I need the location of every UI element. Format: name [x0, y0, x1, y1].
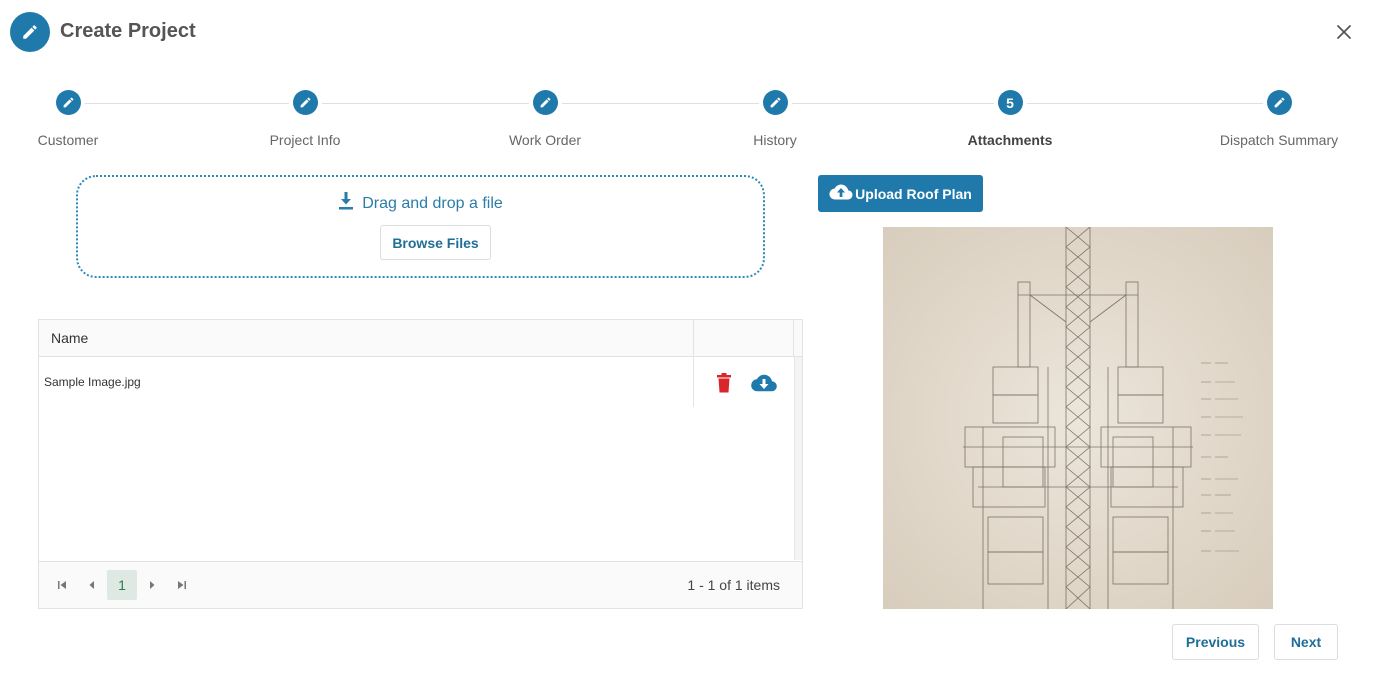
page-number-current[interactable]: 1 [107, 570, 137, 600]
step-project-info[interactable]: Project Info [235, 90, 375, 148]
grid-pager: 1 1 - 1 of 1 items [39, 561, 802, 608]
previous-button[interactable]: Previous [1172, 624, 1259, 660]
step-number: 5 [997, 90, 1023, 115]
upload-roof-plan-button[interactable]: Upload Roof Plan [818, 175, 983, 212]
column-divider [693, 320, 694, 357]
cloud-upload-icon [829, 183, 853, 204]
pencil-icon [532, 90, 558, 115]
table-row[interactable]: Sample Image.jpg [39, 357, 792, 407]
step-history[interactable]: History [705, 90, 845, 148]
pencil-icon [292, 90, 318, 115]
next-button[interactable]: Next [1274, 624, 1338, 660]
column-divider [693, 357, 694, 407]
file-dropzone[interactable]: Drag and drop a file Browse Files [76, 175, 765, 278]
step-label: Project Info [269, 132, 341, 148]
dialog-title: Create Project [60, 20, 196, 42]
pencil-icon [1266, 90, 1292, 115]
cloud-download-icon[interactable] [751, 373, 777, 393]
pencil-icon [55, 90, 81, 115]
grid-header: Name [39, 320, 802, 357]
pencil-icon [10, 12, 50, 52]
download-icon [338, 192, 354, 215]
roof-plan-image [883, 227, 1273, 609]
upload-roof-plan-label: Upload Roof Plan [855, 185, 972, 202]
grid-scrollbar[interactable] [794, 357, 802, 560]
file-name: Sample Image.jpg [44, 375, 141, 389]
step-attachments[interactable]: 5 Attachments [940, 90, 1080, 148]
drop-prompt: Drag and drop a file [78, 192, 763, 215]
column-divider [793, 320, 794, 357]
step-label: History [753, 132, 797, 148]
close-icon[interactable] [1332, 20, 1356, 44]
create-project-dialog: Create Project Customer Project Info Wor… [0, 0, 1376, 680]
last-page-icon[interactable] [175, 577, 189, 593]
column-header-name[interactable]: Name [51, 330, 88, 346]
pager-info: 1 - 1 of 1 items [687, 577, 780, 593]
previous-page-icon[interactable] [85, 577, 99, 593]
attachments-grid: Name Sample Image.jpg 1 1 - 1 of 1 items [38, 319, 803, 609]
step-label: Customer [37, 132, 99, 148]
trash-icon[interactable] [716, 373, 732, 393]
step-work-order[interactable]: Work Order [475, 90, 615, 148]
step-label: Attachments [967, 132, 1053, 148]
drop-text: Drag and drop a file [362, 194, 503, 212]
browse-files-button[interactable]: Browse Files [380, 225, 491, 260]
step-label: Dispatch Summary [1219, 132, 1339, 148]
pencil-icon [762, 90, 788, 115]
step-label: Work Order [508, 132, 582, 148]
step-customer[interactable]: Customer [0, 90, 138, 148]
first-page-icon[interactable] [55, 577, 69, 593]
step-dispatch-summary[interactable]: Dispatch Summary [1209, 90, 1349, 148]
next-page-icon[interactable] [145, 577, 159, 593]
